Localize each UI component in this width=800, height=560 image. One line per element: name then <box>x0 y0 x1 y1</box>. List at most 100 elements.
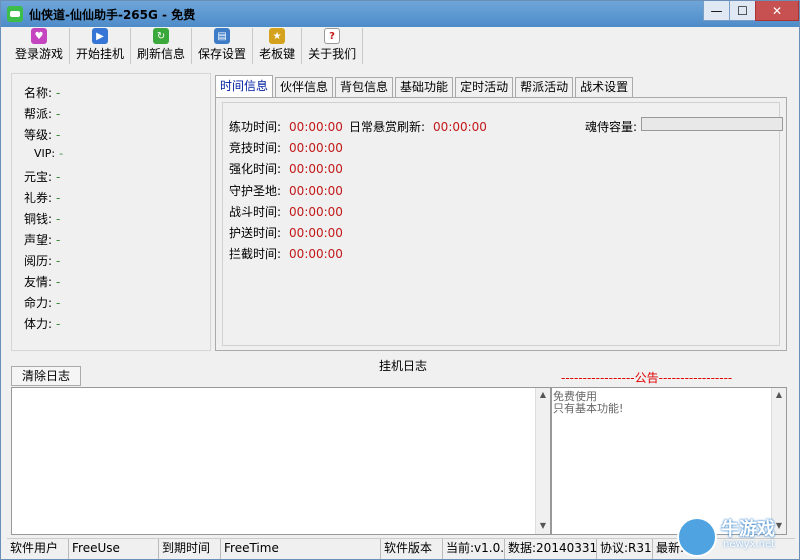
stat-value: - <box>56 296 61 310</box>
field-label: 竞技时间: <box>229 141 282 155</box>
app-icon <box>7 6 23 22</box>
stat-row: 等级: - <box>24 126 60 142</box>
stat-value: - <box>56 170 61 184</box>
watermark-url: newyx.net <box>723 539 776 550</box>
tab-bag-info[interactable]: 背包信息 <box>335 77 394 97</box>
stat-row: 帮派: - <box>24 105 60 121</box>
maximize-button[interactable]: ☐ <box>729 1 756 21</box>
window-title: 仙侠道-仙仙助手-265G - 免费 <box>29 8 196 22</box>
log-scrollbar[interactable]: ▲ ▼ <box>535 388 550 534</box>
toolbar-label: 保存设置 <box>198 47 247 61</box>
save-icon: ▤ <box>214 28 231 44</box>
stat-value: - <box>56 191 61 205</box>
scroll-up-icon[interactable]: ▲ <box>538 390 548 400</box>
time-field: 竞技时间: 00:00:00 <box>229 139 343 155</box>
stat-value: - <box>56 86 61 100</box>
stat-label: 友情: <box>24 275 53 289</box>
stat-value: - <box>56 275 61 289</box>
field-value: 00:00:00 <box>289 184 343 198</box>
field-value: 00:00:00 <box>289 120 343 134</box>
notice-title: -----------------公告----------------- <box>561 371 733 385</box>
status-version-label: 软件版本 <box>381 539 443 559</box>
stat-value: - <box>56 233 61 247</box>
stat-value: - <box>56 317 61 331</box>
time-field: 守护圣地: 00:00:00 <box>229 182 343 198</box>
site-watermark: 牛游戏 newyx.net <box>677 513 797 559</box>
minimize-button[interactable]: — <box>703 1 730 21</box>
stat-label: 名称: <box>24 86 53 100</box>
field-value: 00:00:00 <box>289 162 343 176</box>
status-user-label: 软件用户 <box>7 539 69 559</box>
afk-log-title: 挂机日志 <box>379 359 428 373</box>
stat-row: 命力: - <box>24 294 60 310</box>
close-button[interactable]: ✕ <box>755 1 799 21</box>
toolbar: ♥ 登录游戏 ▶ 开始挂机 ↻ 刷新信息 ▤ 保存设置 ★ 老板键 ? 关于我们 <box>9 28 364 64</box>
stat-row: 友情: - <box>24 273 60 289</box>
boss-key-icon: ★ <box>269 28 286 44</box>
tab-time-info[interactable]: 时间信息 <box>215 75 274 97</box>
login-icon: ♥ <box>31 28 47 44</box>
stat-row: 声望: - <box>24 231 60 247</box>
status-protocol: 协议:R31 <box>597 539 653 559</box>
field-label: 守护圣地: <box>229 184 282 198</box>
stat-label: 铜钱: <box>24 212 53 226</box>
time-field: 强化时间: 00:00:00 <box>229 160 343 176</box>
field-label: 强化时间: <box>229 162 282 176</box>
stat-row: VIP: - <box>34 147 63 163</box>
scroll-down-icon[interactable]: ▼ <box>538 521 548 531</box>
afk-log-textarea[interactable]: ▲ ▼ <box>11 387 551 535</box>
save-settings-button[interactable]: ▤ 保存设置 <box>192 28 254 64</box>
tab-timed-events[interactable]: 定时活动 <box>455 77 514 97</box>
stat-row: 礼券: - <box>24 189 60 205</box>
field-label: 练功时间: <box>229 120 282 134</box>
field-label: 护送时间: <box>229 226 282 240</box>
stat-label: 帮派: <box>24 107 53 121</box>
toolbar-label: 刷新信息 <box>137 47 186 61</box>
notice-line: 只有基本功能! <box>553 402 624 415</box>
tab-tactics-settings[interactable]: 战术设置 <box>575 77 634 97</box>
tab-partner-info[interactable]: 伙伴信息 <box>275 77 334 97</box>
time-info-content: 练功时间: 00:00:00 竞技时间: 00:00:00 强化时间: 00:00:0… <box>222 102 783 346</box>
status-expiry-label: 到期时间 <box>159 539 221 559</box>
login-game-button[interactable]: ♥ 登录游戏 <box>9 28 71 64</box>
soul-capacity-bar <box>641 117 783 131</box>
stat-label: 等级: <box>24 128 53 142</box>
time-field: 护送时间: 00:00:00 <box>229 224 343 240</box>
toolbar-label: 关于我们 <box>308 47 357 61</box>
field-value: 00:00:00 <box>289 247 343 261</box>
clear-log-button[interactable]: 清除日志 <box>11 366 81 386</box>
stat-value: - <box>56 212 61 226</box>
title-bar[interactable]: 仙侠道-仙仙助手-265G - 免费 — ☐ ✕ <box>1 1 799 27</box>
start-afk-button[interactable]: ▶ 开始挂机 <box>70 28 132 64</box>
stat-row: 名称: - <box>24 84 60 100</box>
stat-row: 体力: - <box>24 315 60 331</box>
start-icon: ▶ <box>92 28 109 44</box>
help-icon: ? <box>324 28 341 44</box>
refresh-info-button[interactable]: ↻ 刷新信息 <box>131 28 193 64</box>
time-field: 战斗时间: 00:00:00 <box>229 203 343 219</box>
tab-basic-functions[interactable]: 基础功能 <box>395 77 454 97</box>
time-field: 练功时间: 00:00:00 <box>229 118 343 134</box>
toolbar-label: 老板键 <box>259 47 296 61</box>
stat-row: 阅历: - <box>24 252 60 268</box>
field-value: 00:00:00 <box>433 120 487 134</box>
stat-row: 元宝: - <box>24 168 60 184</box>
stat-label: 命力: <box>24 296 53 310</box>
stat-label: 体力: <box>24 317 53 331</box>
watermark-logo-icon <box>677 517 717 557</box>
stat-label: 声望: <box>24 233 53 247</box>
status-data-version: 数据:2014033101 <box>505 539 597 559</box>
boss-key-button[interactable]: ★ 老板键 <box>253 28 303 64</box>
status-current-version: 当前:v1.0.2 <box>443 539 505 559</box>
bounty-refresh-field: 日常悬赏刷新: 00:00:00 <box>349 118 487 134</box>
about-us-button[interactable]: ? 关于我们 <box>302 28 364 64</box>
field-value: 00:00:00 <box>289 205 343 219</box>
time-field: 拦截时间: 00:00:00 <box>229 245 343 261</box>
scroll-up-icon[interactable]: ▲ <box>774 390 784 400</box>
tab-guild-events[interactable]: 帮派活动 <box>515 77 574 97</box>
field-value: 00:00:00 <box>289 226 343 240</box>
toolbar-label: 登录游戏 <box>15 47 64 61</box>
stat-row: 铜钱: - <box>24 210 60 226</box>
field-value: 00:00:00 <box>289 141 343 155</box>
toolbar-label: 开始挂机 <box>76 47 125 61</box>
